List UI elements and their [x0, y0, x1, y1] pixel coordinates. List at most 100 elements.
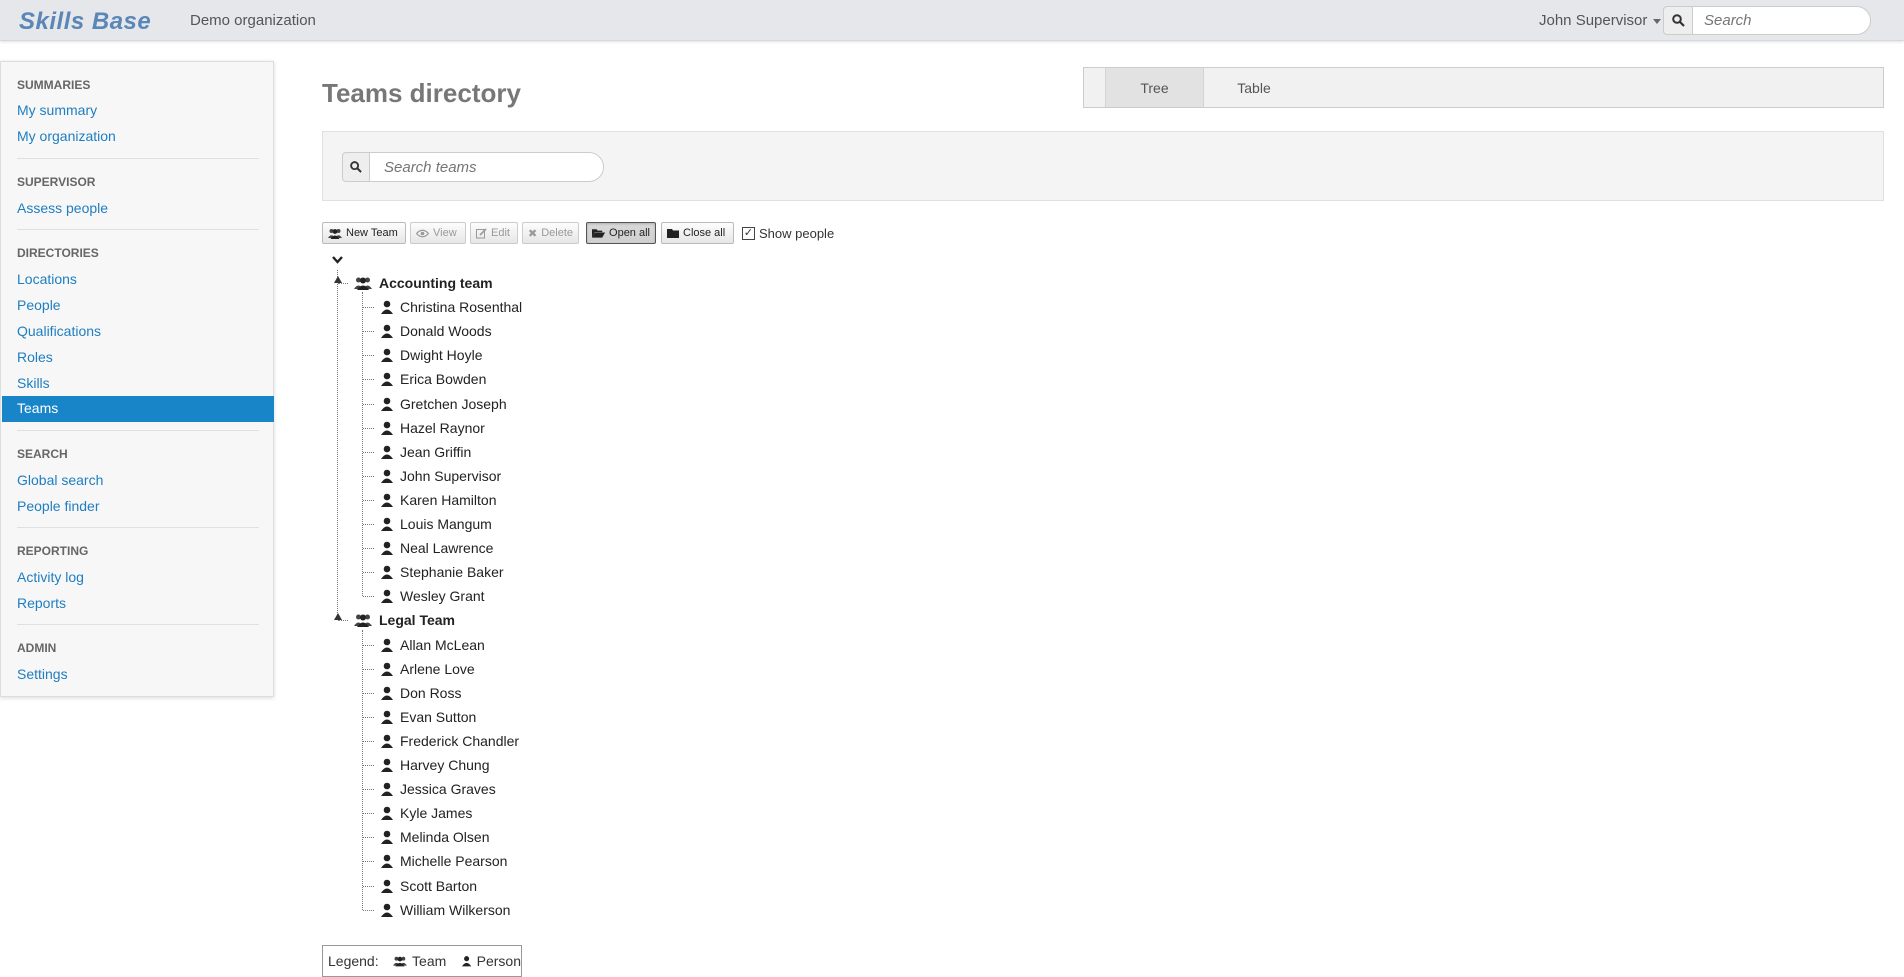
tree-connector	[363, 596, 374, 598]
new-team-label: New Team	[346, 227, 398, 239]
search-icon[interactable]	[1663, 6, 1693, 35]
tab-tree[interactable]: Tree	[1105, 68, 1204, 107]
folder-open-icon	[592, 229, 606, 238]
tree-person-node[interactable]: Evan Sutton	[381, 707, 476, 727]
close-all-button[interactable]: Close all	[661, 222, 734, 244]
sidebar-item-qualifications[interactable]: Qualifications	[17, 323, 101, 339]
team-search	[342, 152, 604, 182]
tree-person-node[interactable]: Allan McLean	[381, 635, 485, 655]
tree-person-node[interactable]: Donald Woods	[381, 321, 492, 341]
global-search-input[interactable]	[1692, 6, 1871, 35]
sidebar-item-locations[interactable]: Locations	[17, 271, 77, 287]
view-button[interactable]: View	[410, 222, 466, 244]
tree-person-node[interactable]: Jessica Graves	[381, 779, 496, 799]
show-people-checkbox[interactable]: ✓	[742, 227, 755, 240]
tree-person-node[interactable]: Kyle James	[381, 803, 472, 823]
person-name: Evan Sutton	[400, 708, 477, 725]
sidebar-heading-reporting: Reporting	[17, 544, 89, 558]
team-search-input[interactable]	[369, 152, 604, 182]
brand-logo[interactable]: Skills Base	[19, 8, 151, 36]
edit-button[interactable]: Edit	[470, 222, 518, 244]
sidebar-item-my-organization[interactable]: My organization	[17, 128, 116, 144]
person-icon	[381, 324, 393, 339]
person-name: Gretchen Joseph	[400, 395, 507, 412]
tree-person-node[interactable]: Stephanie Baker	[381, 562, 504, 582]
tree-person-node[interactable]: Louis Mangum	[381, 514, 492, 534]
tree-person-node[interactable]: Melinda Olsen	[381, 827, 490, 847]
search-icon[interactable]	[342, 152, 370, 182]
sidebar-item-my-summary[interactable]: My summary	[17, 102, 97, 118]
sidebar-divider	[17, 229, 259, 230]
sidebar-heading-directories: Directories	[17, 246, 99, 260]
person-icon	[381, 710, 393, 724]
tab-table[interactable]: Table	[1204, 68, 1304, 107]
tree-person-node[interactable]: Michelle Pearson	[381, 851, 507, 871]
sidebar-item-people-finder[interactable]: People finder	[17, 498, 100, 514]
sidebar-divider	[17, 527, 259, 528]
tree-person-node[interactable]: Jean Griffin	[381, 442, 471, 462]
person-name: Donald Woods	[400, 323, 492, 340]
tree-person-node[interactable]: Arlene Love	[381, 659, 475, 679]
person-icon	[381, 348, 393, 363]
sidebar-item-roles[interactable]: Roles	[17, 349, 53, 365]
person-name: Frederick Chandler	[400, 732, 520, 749]
tree-connector	[363, 379, 374, 381]
tree-connector	[363, 355, 374, 357]
person-name: Louis Mangum	[400, 516, 492, 532]
tree-person-node[interactable]: William Wilkerson	[381, 900, 510, 920]
sidebar-item-teams[interactable]: Teams	[2, 396, 274, 422]
delete-button[interactable]: ✖ Delete	[522, 222, 579, 244]
person-icon	[381, 638, 393, 652]
tree-person-node[interactable]: Gretchen Joseph	[381, 394, 507, 414]
person-name: Jessica Graves	[400, 781, 496, 798]
tree-connector	[363, 765, 374, 766]
tree-person-node[interactable]: Wesley Grant	[381, 586, 485, 606]
person-icon	[462, 956, 472, 967]
tree-person-node[interactable]: Frederick Chandler	[381, 731, 519, 751]
tree-connector	[363, 499, 374, 501]
sidebar-item-people[interactable]: People	[17, 297, 61, 313]
sidebar-item-reports[interactable]: Reports	[17, 595, 66, 611]
tree-person-node[interactable]: Hazel Raynor	[381, 418, 485, 438]
user-menu-dropdown[interactable]: John Supervisor	[1539, 12, 1662, 29]
sidebar-item-global-search[interactable]: Global search	[17, 472, 103, 488]
person-icon	[381, 373, 393, 387]
view-label: View	[433, 227, 457, 239]
tree-person-node[interactable]: Karen Hamilton	[381, 490, 497, 510]
edit-label: Edit	[491, 227, 510, 239]
tree-connector	[363, 307, 374, 309]
tree-person-node[interactable]: Neal Lawrence	[381, 538, 493, 558]
sidebar-heading-admin: Admin	[17, 641, 57, 655]
team-icon	[328, 228, 342, 239]
open-all-label: Open all	[609, 227, 650, 239]
team-name: Legal Team	[379, 612, 455, 629]
person-name: Scott Barton	[400, 877, 478, 894]
collapse-toggle-icon[interactable]	[334, 276, 342, 283]
sidebar-item-assess-people[interactable]: Assess people	[17, 200, 108, 216]
sidebar-heading-summaries: Summaries	[17, 78, 91, 92]
open-all-button[interactable]: Open all	[586, 222, 656, 244]
teams-tree: Accounting team Christina Rosenthal Donald…	[322, 252, 822, 922]
tree-person-node[interactable]: Scott Barton	[381, 876, 477, 896]
team-search-panel	[322, 131, 1884, 201]
sidebar-item-activity-log[interactable]: Activity log	[17, 569, 84, 585]
chevron-down-icon[interactable]	[332, 256, 343, 264]
collapse-toggle-icon[interactable]	[334, 613, 342, 621]
tree-person-node[interactable]: Don Ross	[381, 683, 461, 703]
tree-person-node[interactable]: Dwight Hoyle	[381, 345, 482, 365]
tree-person-node[interactable]: John Supervisor	[381, 466, 501, 486]
tree-team-node[interactable]: Accounting team	[354, 273, 493, 293]
tree-team-node[interactable]: Legal Team	[354, 610, 455, 630]
person-icon	[381, 589, 393, 604]
person-name: Allan McLean	[400, 636, 485, 653]
tree-person-node[interactable]: Harvey Chung	[381, 755, 490, 775]
sidebar-item-settings[interactable]: Settings	[17, 666, 68, 682]
edit-icon	[476, 227, 487, 238]
person-name: Arlene Love	[400, 660, 475, 677]
tree-person-node[interactable]: Christina Rosenthal	[381, 297, 522, 317]
sidebar-item-skills[interactable]: Skills	[17, 375, 50, 391]
person-name: Michelle Pearson	[400, 853, 508, 870]
new-team-button[interactable]: New Team	[322, 222, 406, 244]
tree-person-node[interactable]: Erica Bowden	[381, 369, 486, 389]
tree-connector	[363, 885, 374, 887]
